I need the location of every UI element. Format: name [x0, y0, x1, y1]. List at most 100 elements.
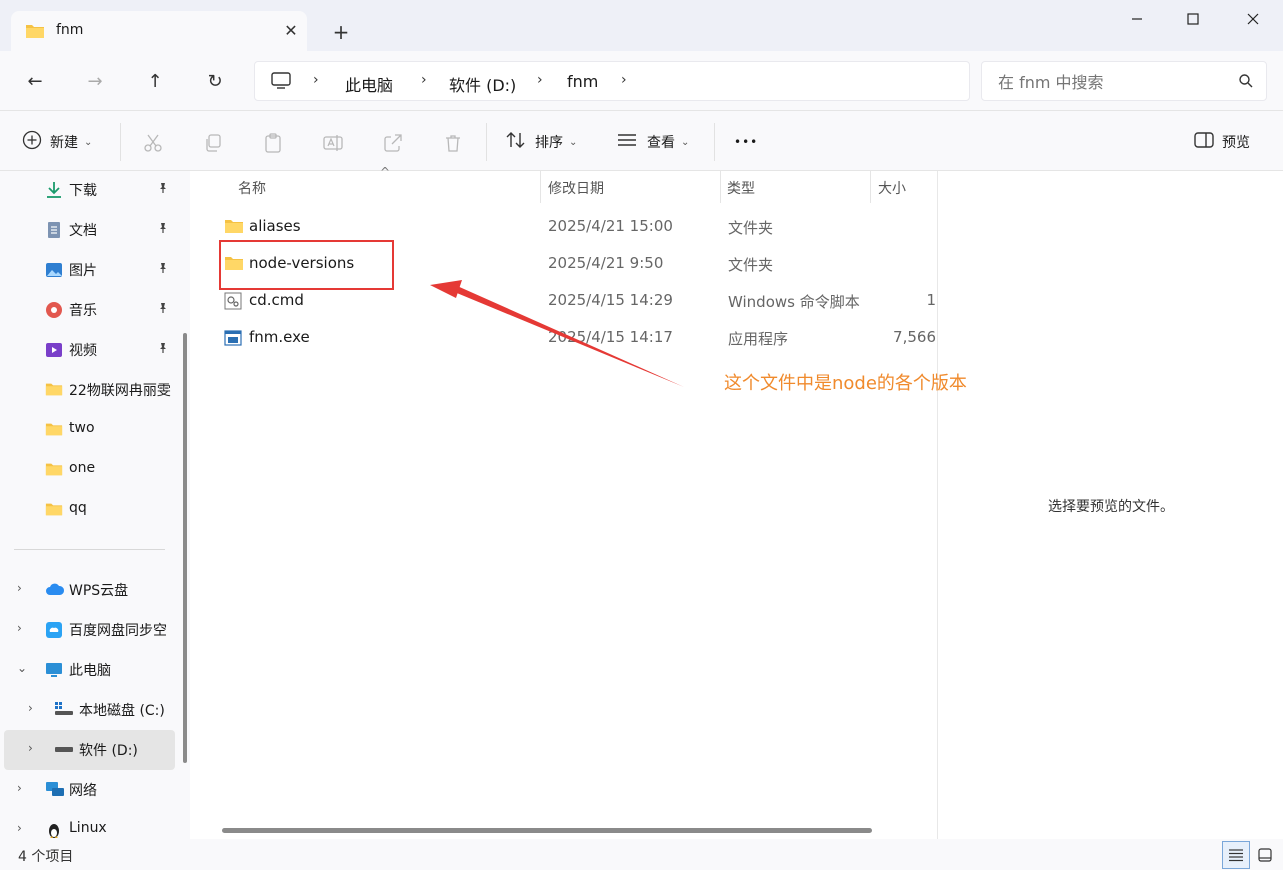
divider [486, 123, 487, 161]
sidebar-item-wps-cloud[interactable]: › WPS云盘 [0, 570, 178, 610]
new-label: 新建 [50, 135, 78, 151]
tab-close-icon[interactable]: ✕ [279, 18, 303, 42]
table-row[interactable]: fnm.exe 2025/4/15 14:17 应用程序 7,566 [216, 319, 936, 356]
sidebar-item-videos[interactable]: 视频 [0, 330, 178, 370]
preview-pane-button[interactable]: 预览 [1194, 129, 1250, 155]
file-date: 2025/4/21 15:00 [548, 217, 673, 235]
column-header-name[interactable]: 名称 [196, 171, 540, 203]
column-header-date[interactable]: 修改日期 [540, 171, 720, 203]
tab-fnm[interactable]: fnm ✕ [11, 11, 307, 51]
pin-icon[interactable] [157, 262, 169, 277]
navigation-bar: ← → ↑ ↻ › 此电脑 › 软件 (D:) › fnm › [0, 51, 1283, 111]
file-type: 文件夹 [728, 256, 774, 274]
sort-label: 排序 [535, 135, 563, 151]
search-box[interactable] [981, 61, 1267, 101]
copy-icon[interactable] [201, 131, 225, 155]
close-window-button[interactable] [1230, 4, 1276, 34]
breadcrumb-this-pc[interactable]: 此电脑 [345, 72, 393, 96]
divider [120, 123, 121, 161]
cut-icon[interactable] [141, 131, 165, 155]
delete-icon[interactable] [441, 131, 465, 155]
breadcrumb-chevron-icon[interactable]: › [537, 72, 543, 88]
address-bar[interactable]: › 此电脑 › 软件 (D:) › fnm › [254, 61, 970, 101]
linux-penguin-icon [45, 821, 63, 839]
more-options-button[interactable]: ••• [734, 129, 758, 155]
sidebar-item-linux[interactable]: › Linux [0, 810, 178, 839]
details-view-button[interactable] [1222, 841, 1250, 869]
sidebar-scrollbar[interactable] [183, 333, 187, 763]
sidebar-item-downloads[interactable]: 下载 [0, 171, 178, 210]
cloud-icon [45, 581, 65, 599]
forward-button[interactable]: → [81, 67, 109, 95]
expand-chevron-icon[interactable]: › [17, 821, 22, 835]
file-size: 1 [926, 291, 936, 309]
new-tab-button[interactable]: + [328, 19, 354, 45]
view-button[interactable]: 查看 ⌄ [617, 129, 689, 155]
preview-label: 预览 [1222, 135, 1250, 151]
column-header-type[interactable]: 类型 [720, 171, 870, 203]
pin-icon[interactable] [157, 222, 169, 237]
thumbnail-view-button[interactable] [1251, 841, 1279, 869]
column-label: 名称 [238, 181, 266, 197]
up-button[interactable]: ↑ [141, 67, 169, 95]
pin-icon[interactable] [157, 182, 169, 197]
file-date: 2025/4/15 14:29 [548, 291, 673, 309]
sidebar-item-music[interactable]: 音乐 [0, 290, 178, 330]
sidebar-item-folder-22[interactable]: 22物联网冉丽雯 [0, 370, 178, 410]
horizontal-scrollbar[interactable] [222, 828, 872, 833]
sidebar-item-label: 22物联网冉丽雯 [69, 383, 171, 399]
highlight-box [219, 240, 394, 290]
expand-chevron-icon[interactable]: › [17, 581, 22, 595]
collapse-chevron-icon[interactable]: ⌄ [17, 661, 27, 675]
breadcrumb-fnm[interactable]: fnm [567, 72, 598, 91]
sidebar-item-drive-d[interactable]: › 软件 (D:) [4, 730, 175, 770]
chevron-down-icon: ⌄ [84, 136, 93, 148]
pin-icon[interactable] [157, 302, 169, 317]
document-icon [45, 221, 63, 239]
maximize-button[interactable] [1170, 4, 1216, 34]
sidebar-item-baidu-netdisk[interactable]: › 百度网盘同步空 [0, 610, 178, 650]
rename-icon[interactable] [321, 131, 345, 155]
sidebar-item-pictures[interactable]: 图片 [0, 250, 178, 290]
sidebar-item-network[interactable]: › 网络 [0, 770, 178, 810]
folder-icon [45, 421, 63, 439]
plus-circle-icon [22, 130, 42, 154]
sidebar-item-label: 此电脑 [69, 663, 111, 679]
download-icon [45, 181, 63, 199]
back-button[interactable]: ← [21, 67, 49, 95]
sidebar-item-label: WPS云盘 [69, 583, 129, 599]
sidebar-item-documents[interactable]: 文档 [0, 210, 178, 250]
breadcrumb-chevron-icon[interactable]: › [621, 72, 627, 88]
windows-drive-icon [54, 701, 73, 719]
breadcrumb-drive-d[interactable]: 软件 (D:) [449, 72, 516, 96]
column-header-size[interactable]: 大小 [870, 171, 936, 203]
sort-button[interactable]: 排序 ⌄ [505, 129, 577, 155]
paste-icon[interactable] [261, 131, 285, 155]
breadcrumb-chevron-icon[interactable]: › [313, 72, 319, 88]
sidebar-item-label: 视频 [69, 343, 97, 359]
file-type: 文件夹 [728, 219, 774, 237]
sort-icon [505, 130, 527, 154]
sidebar-item-qq[interactable]: qq [0, 490, 178, 530]
expand-chevron-icon[interactable]: › [28, 701, 33, 715]
search-input[interactable] [998, 70, 1228, 94]
sidebar-item-two[interactable]: two [0, 410, 178, 450]
sidebar-divider [14, 549, 165, 550]
expand-chevron-icon[interactable]: › [28, 741, 33, 755]
sidebar-item-drive-c[interactable]: › 本地磁盘 (C:) [0, 690, 178, 730]
computer-icon [271, 72, 291, 94]
sidebar-item-label: 图片 [69, 263, 97, 279]
share-icon[interactable] [381, 131, 405, 155]
exe-icon [224, 329, 242, 351]
new-button[interactable]: 新建 ⌄ [22, 129, 92, 155]
expand-chevron-icon[interactable]: › [17, 781, 22, 795]
expand-chevron-icon[interactable]: › [17, 621, 22, 635]
sidebar-item-one[interactable]: one [0, 450, 178, 490]
search-icon[interactable] [1238, 73, 1254, 93]
pin-icon[interactable] [157, 342, 169, 357]
breadcrumb-chevron-icon[interactable]: › [421, 72, 427, 88]
baidu-netdisk-icon [45, 621, 63, 639]
minimize-button[interactable] [1114, 4, 1160, 34]
sidebar-item-this-pc[interactable]: ⌄ 此电脑 [0, 650, 178, 690]
refresh-button[interactable]: ↻ [201, 67, 229, 95]
